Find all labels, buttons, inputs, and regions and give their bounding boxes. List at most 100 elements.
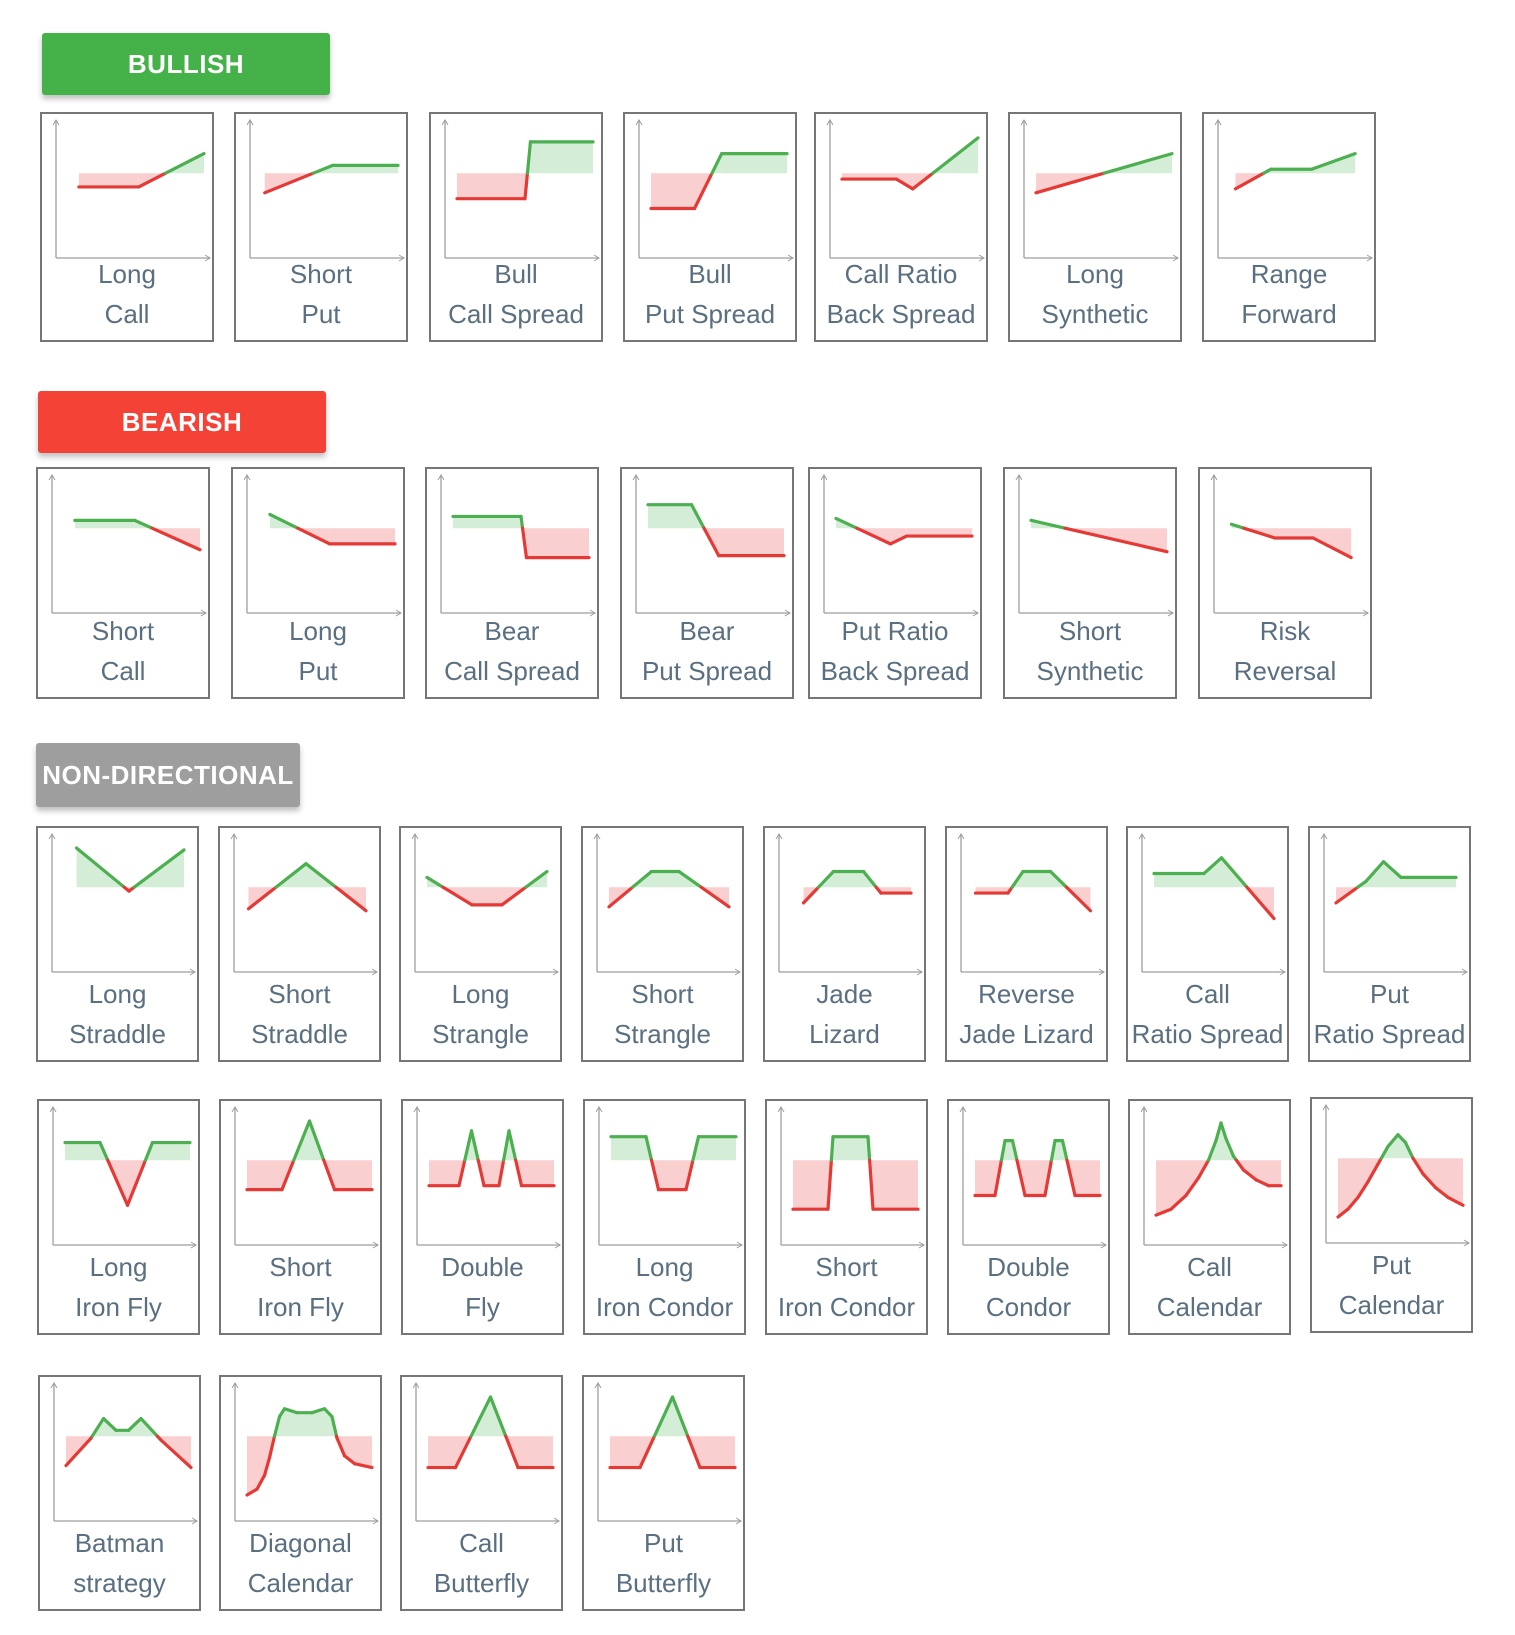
payoff-diagram: [48, 474, 207, 617]
strategy-label-line1: Long: [451, 979, 510, 1009]
payoff-diagram: [1020, 119, 1179, 262]
strategy-card-bear-call-spread[interactable]: Bear Call Spread: [425, 467, 599, 699]
strategy-card-short-strangle[interactable]: Short Strangle: [581, 826, 744, 1062]
payoff-diagram: [1015, 474, 1174, 617]
strategy-card-short-put[interactable]: Short Put: [234, 112, 408, 342]
strategy-label-line1: Risk: [1259, 616, 1311, 646]
strategy-card-short-straddle[interactable]: Short Straddle: [218, 826, 381, 1062]
loss-area: [718, 528, 784, 556]
strategy-card-double-condor[interactable]: Double Condor: [947, 1099, 1110, 1335]
strategy-label-line2: Back Spread: [820, 656, 970, 686]
strategy-card-long-iron-condor[interactable]: Long Iron Condor: [583, 1099, 746, 1335]
strategy-card-put-ratio-spread[interactable]: Put Ratio Spread: [1308, 826, 1471, 1062]
strategy-label-line2: Call: [104, 299, 150, 329]
section-badge-non-directional: NON-DIRECTIONAL: [36, 743, 300, 807]
payoff-diagram: [1210, 474, 1369, 617]
strategy-card-put-calendar[interactable]: Put Calendar: [1310, 1097, 1473, 1333]
strategy-label-line2: Iron Condor: [595, 1292, 734, 1322]
strategy-card-long-straddle[interactable]: Long Straddle: [36, 826, 199, 1062]
strategy-card-short-call[interactable]: Short Call: [36, 467, 210, 699]
payoff-diagram: [1214, 119, 1373, 262]
strategy-label-line2: Butterfly: [433, 1568, 530, 1598]
strategy-label-line1: Short: [289, 259, 353, 289]
loss-area: [1025, 1160, 1045, 1196]
strategy-label-line2: Calendar: [1156, 1292, 1263, 1322]
payoff-diagram: [777, 1106, 925, 1249]
strategy-card-long-call[interactable]: Long Call: [40, 112, 214, 342]
strategy-card-short-iron-fly[interactable]: Short Iron Fly: [219, 1099, 382, 1335]
strategy-label-line2: Synthetic: [1036, 656, 1144, 686]
strategy-card-put-ratio-back-spread[interactable]: Put Ratio Back Spread: [808, 467, 982, 699]
profit-area: [1154, 873, 1204, 888]
strategy-card-call-ratio-back-spread[interactable]: Call Ratio Back Spread: [814, 112, 988, 342]
strategy-card-double-fly[interactable]: Double Fly: [401, 1099, 564, 1335]
payoff-diagram: [246, 119, 405, 262]
profit-area: [65, 1142, 100, 1161]
loss-area: [329, 528, 395, 544]
payoff-diagram: [593, 833, 741, 976]
strategy-label-line2: Straddle: [69, 1019, 166, 1049]
payoff-diagram: [50, 1382, 198, 1525]
strategy-label-line2: Condor: [985, 1292, 1072, 1322]
strategy-label-line1: Short: [91, 616, 155, 646]
payoff-diagram: [1140, 1106, 1288, 1249]
strategy-card-bear-put-spread[interactable]: Bear Put Spread: [620, 467, 794, 699]
strategy-label-line1: Long: [88, 979, 147, 1009]
loss-area: [457, 173, 525, 199]
strategy-card-call-butterfly[interactable]: Call Butterfly: [400, 1375, 563, 1611]
loss-area: [247, 1160, 282, 1190]
profit-area: [453, 516, 521, 529]
loss-area: [429, 1160, 459, 1186]
strategy-card-short-iron-condor[interactable]: Short Iron Condor: [765, 1099, 928, 1335]
strategy-label-line2: Put Spread: [641, 656, 773, 686]
strategy-card-risk-reversal[interactable]: Risk Reversal: [1198, 467, 1372, 699]
strategy-card-short-synthetic[interactable]: Short Synthetic: [1003, 467, 1177, 699]
loss-area: [873, 1160, 918, 1210]
payoff-diagram: [1322, 1104, 1470, 1247]
strategy-label-line2: Calendar: [247, 1568, 354, 1598]
strategy-card-long-synthetic[interactable]: Long Synthetic: [1008, 112, 1182, 342]
strategy-label-line1: Batman: [74, 1528, 165, 1558]
payoff-diagram: [231, 1106, 379, 1249]
strategy-label-line2: Iron Fly: [75, 1292, 162, 1322]
payoff-diagram: [595, 1106, 743, 1249]
strategy-card-long-put[interactable]: Long Put: [231, 467, 405, 699]
strategy-label-line1: Put: [1369, 979, 1410, 1009]
strategy-card-batman-strategy[interactable]: Batman strategy: [38, 1375, 201, 1611]
payoff-diagram: [594, 1382, 742, 1525]
loss-area: [651, 173, 695, 209]
loss-area: [793, 1160, 828, 1210]
strategy-card-bull-put-spread[interactable]: Bull Put Spread: [623, 112, 797, 342]
strategy-label-line2: Synthetic: [1041, 299, 1149, 329]
profit-area: [152, 1142, 190, 1161]
strategy-card-jade-lizard[interactable]: Jade Lizard: [763, 826, 926, 1062]
strategy-card-put-butterfly[interactable]: Put Butterfly: [582, 1375, 745, 1611]
loss-area: [1156, 1160, 1171, 1216]
strategy-label-line1: Short: [269, 1252, 332, 1282]
strategy-card-bull-call-spread[interactable]: Bull Call Spread: [429, 112, 603, 342]
strategy-card-long-iron-fly[interactable]: Long Iron Fly: [37, 1099, 200, 1335]
profit-area: [833, 871, 864, 888]
strategy-card-reverse-jade-lizard[interactable]: Reverse Jade Lizard: [945, 826, 1108, 1062]
strategy-label-line1: Range: [1250, 259, 1328, 289]
strategy-card-range-forward[interactable]: Range Forward: [1202, 112, 1376, 342]
strategy-card-long-strangle[interactable]: Long Strangle: [399, 826, 562, 1062]
strategy-card-call-ratio-spread[interactable]: Call Ratio Spread: [1126, 826, 1289, 1062]
strategy-label-line1: Double: [987, 1252, 1070, 1282]
profit-line: [829, 1135, 835, 1162]
strategy-card-call-calendar[interactable]: Call Calendar: [1128, 1099, 1291, 1335]
strategy-label-line2: Call Spread: [444, 656, 580, 686]
strategy-label-line1: Reverse: [978, 979, 1075, 1009]
payoff-diagram: [412, 1382, 560, 1525]
payoff-diagram: [413, 1106, 561, 1249]
strategy-label-line1: Long: [98, 259, 156, 289]
strategy-card-diagonal-calendar[interactable]: Diagonal Calendar: [219, 1375, 382, 1611]
profit-area: [297, 1412, 312, 1437]
strategy-label-line1: Put: [1371, 1250, 1412, 1280]
loss-area: [1268, 1160, 1281, 1186]
payoff-diagram: [231, 1382, 379, 1525]
strategy-label-line1: Call: [1187, 1252, 1232, 1282]
strategy-label-line2: Put Spread: [644, 299, 776, 329]
strategy-label-line2: Fly: [465, 1292, 500, 1322]
loss-area: [1075, 1160, 1100, 1196]
